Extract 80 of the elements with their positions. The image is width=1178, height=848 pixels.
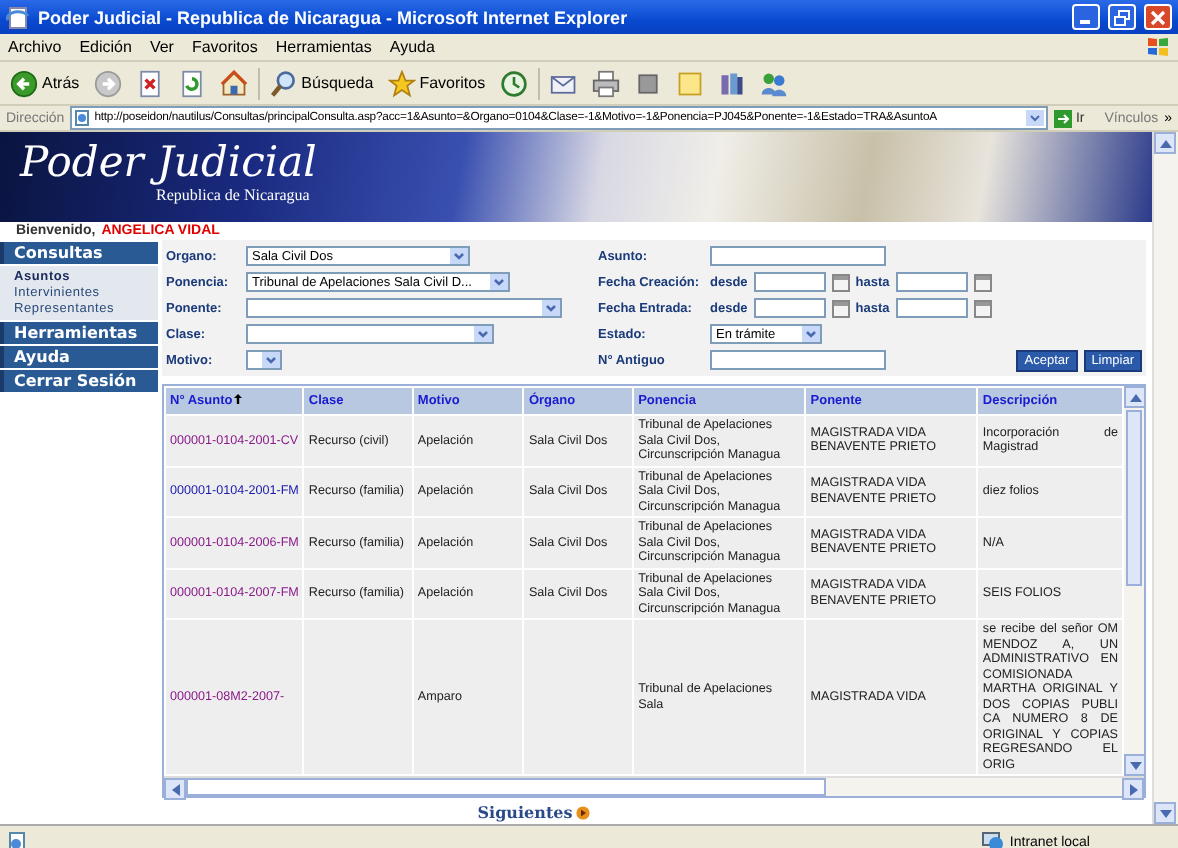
- home-icon: [219, 69, 248, 97]
- forward-icon: [93, 69, 122, 97]
- minimize-button[interactable]: [1072, 4, 1100, 30]
- chevron-icon: [802, 326, 820, 342]
- calendar-icon[interactable]: [973, 273, 992, 291]
- history-icon: [499, 69, 528, 97]
- sidebar-section[interactable]: Consultas: [0, 242, 158, 264]
- go-arrow-icon: [1053, 109, 1072, 127]
- home-button[interactable]: [215, 67, 252, 99]
- window-title: Poder Judicial - Republica de Nicaragua - Microsoft Internet Explorer: [38, 7, 630, 27]
- page-icon: [74, 110, 91, 126]
- sidebar-section[interactable]: Ayuda: [0, 346, 158, 368]
- menu-item[interactable]: Ver: [149, 38, 174, 56]
- refresh-icon: [177, 69, 206, 97]
- print-button[interactable]: [587, 67, 624, 99]
- text-field[interactable]: [710, 246, 886, 266]
- search-button[interactable]: Búsqueda: [265, 67, 378, 99]
- vertical-scrollbar[interactable]: [1124, 386, 1144, 776]
- date-field[interactable]: [753, 272, 826, 292]
- menu-item[interactable]: Herramientas: [275, 38, 372, 56]
- back-icon: [10, 69, 38, 97]
- star-icon: [387, 69, 416, 97]
- scroll-left-button[interactable]: [164, 778, 186, 800]
- menu-item[interactable]: Ayuda: [389, 38, 435, 56]
- left-arrow-icon: [169, 783, 181, 795]
- scroll-up-button[interactable]: [1154, 132, 1176, 154]
- forward-button[interactable]: [89, 67, 126, 99]
- text-field[interactable]: [710, 350, 886, 370]
- back-button[interactable]: Atrás: [6, 67, 84, 99]
- close-button[interactable]: [1144, 4, 1172, 30]
- scroll-right-button[interactable]: [1122, 778, 1144, 800]
- chevron-icon: [542, 300, 560, 316]
- chevron-icon: [450, 248, 468, 264]
- chevron-icon: [1025, 110, 1044, 126]
- printer-icon: [591, 69, 620, 97]
- menu-item[interactable]: Archivo: [8, 38, 62, 56]
- square-icon: [633, 69, 662, 97]
- scroll-down-button[interactable]: [1154, 802, 1176, 824]
- dropdown[interactable]: [246, 324, 494, 344]
- date-field[interactable]: [753, 298, 826, 318]
- note-icon: [675, 69, 704, 97]
- search-icon: [269, 69, 298, 97]
- calendar-icon[interactable]: [831, 273, 850, 291]
- dropdown[interactable]: [246, 350, 282, 370]
- page-icon: [6, 5, 30, 29]
- up-arrow-icon: [1159, 137, 1171, 149]
- up-arrow-icon: [1129, 391, 1141, 403]
- people-icon: [759, 69, 788, 97]
- calendar-icon[interactable]: [973, 299, 992, 317]
- next-page-link[interactable]: Siguientes: [477, 802, 591, 822]
- favorites-button[interactable]: Favoritos: [383, 67, 490, 99]
- scroll-up-button[interactable]: [1124, 386, 1146, 408]
- date-field[interactable]: [895, 272, 968, 292]
- date-field[interactable]: [895, 298, 968, 318]
- banner-title: Poder Judicial: [20, 138, 319, 186]
- history-button[interactable]: [495, 67, 532, 99]
- sidebar-section[interactable]: Herramientas: [0, 322, 158, 344]
- maximize-button[interactable]: [1108, 4, 1136, 30]
- chevron-icon: [262, 352, 280, 368]
- down-arrow-icon: [1159, 807, 1171, 819]
- page-scrollbar[interactable]: [1152, 132, 1178, 824]
- restore-icon: [1114, 9, 1130, 25]
- books-icon: [717, 69, 746, 97]
- chevron-icon: [490, 274, 508, 290]
- scroll-down-button[interactable]: [1124, 754, 1146, 776]
- horizontal-scrollbar[interactable]: [164, 776, 1144, 796]
- menu-item[interactable]: Favoritos: [191, 38, 258, 56]
- page-icon: [8, 832, 28, 848]
- right-arrow-icon: [1127, 783, 1139, 795]
- windows-flag-icon: [1146, 36, 1170, 58]
- stop-icon: [135, 69, 164, 97]
- next-arrow-icon: [576, 805, 591, 819]
- calendar-icon[interactable]: [831, 299, 850, 317]
- close-icon: [1150, 9, 1166, 25]
- dropdown[interactable]: [246, 298, 562, 318]
- banner-subtitle: Republica de Nicaragua: [154, 186, 312, 204]
- down-arrow-icon: [1129, 759, 1141, 771]
- chevron-icon: [474, 326, 492, 342]
- sidebar-section[interactable]: Cerrar Sesión: [0, 370, 158, 392]
- menu-item[interactable]: Edición: [79, 38, 132, 56]
